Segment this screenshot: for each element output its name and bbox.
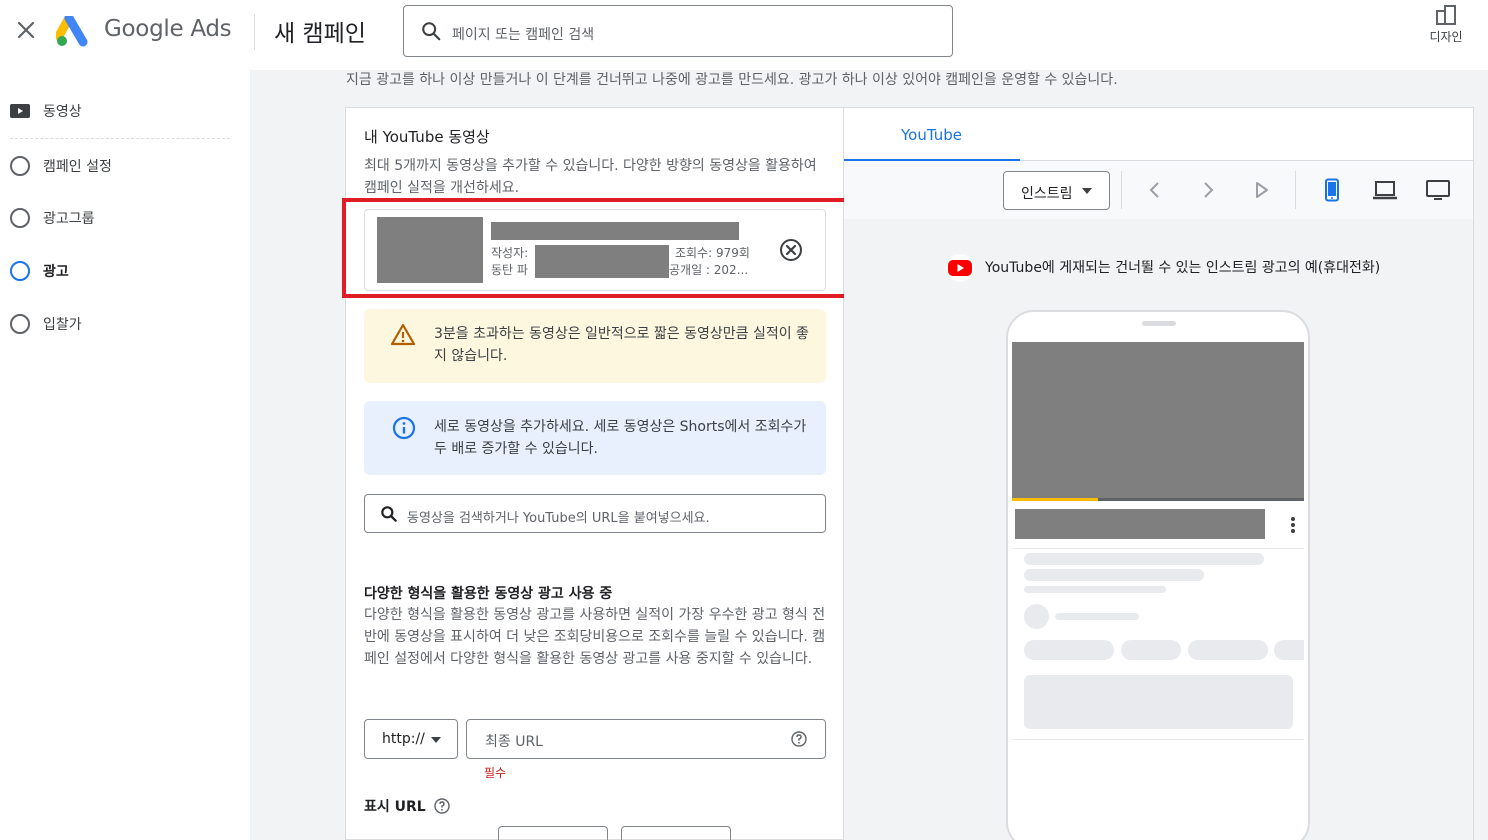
- info-banner: 세로 동영상을 추가하세요. 세로 동영상은 Shorts에서 조회수가 두 배…: [364, 401, 826, 475]
- sidebar-item-ads[interactable]: 광고: [10, 256, 69, 286]
- sidebar: 동영상 캠페인 설정 광고그룹 광고 입찰가: [0, 70, 250, 840]
- skeleton-chip: [1024, 640, 1114, 660]
- help-icon[interactable]: [434, 798, 450, 814]
- preview-divider: [1012, 548, 1304, 549]
- search-icon: [422, 22, 441, 41]
- close-icon[interactable]: [14, 18, 38, 42]
- final-url-placeholder: 최종 URL: [485, 734, 543, 750]
- phone-speaker: [1142, 321, 1176, 326]
- skeleton-line: [1055, 613, 1139, 620]
- search-icon: [381, 506, 397, 522]
- dropdown-arrow-icon: [1082, 188, 1092, 194]
- skeleton-chip: [1188, 640, 1268, 660]
- play-icon[interactable]: [1249, 178, 1273, 202]
- warning-banner: 3분을 초과하는 동영상은 일반적으로 짧은 동영상만큼 실적이 좋지 않습니다…: [364, 309, 826, 383]
- toolbar-divider: [1121, 171, 1122, 209]
- step-circle-icon: [10, 208, 30, 228]
- sidebar-item-label: 광고: [43, 264, 69, 280]
- chevron-left-icon[interactable]: [1143, 178, 1167, 202]
- laptop-icon[interactable]: [1373, 178, 1397, 202]
- my-videos-description: 최대 5개까지 동영상을 추가할 수 있습니다. 다양한 방향의 동영상을 활용…: [364, 158, 817, 196]
- sidebar-item-video[interactable]: 동영상: [10, 96, 82, 126]
- video-icon: [10, 104, 30, 118]
- youtube-icon: [946, 254, 974, 282]
- search-input[interactable]: 페이지 또는 캠페인 검색: [403, 5, 953, 57]
- sidebar-item-label: 광고그룹: [43, 211, 95, 227]
- display-url-path2-input[interactable]: [621, 826, 731, 840]
- desktop-icon[interactable]: [1426, 178, 1450, 202]
- design-button[interactable]: 디자인: [1424, 4, 1468, 54]
- help-icon[interactable]: [791, 731, 807, 747]
- skeleton-line: [1024, 569, 1204, 581]
- intro-text: 지금 광고를 하나 이상 만들거나 이 단계를 건너뛰고 나중에 광고를 만드세…: [346, 72, 1118, 88]
- tab-label: YouTube: [901, 126, 962, 144]
- design-icon: [1436, 5, 1456, 25]
- info-icon: [392, 416, 416, 440]
- skeleton-avatar: [1024, 604, 1049, 629]
- my-videos-title: 내 YouTube 동영상: [364, 128, 490, 146]
- progress-track: [1098, 498, 1304, 501]
- preview-title-redacted: [1015, 509, 1265, 539]
- step-circle-icon: [10, 261, 30, 281]
- ad-format-value: 인스트림: [1021, 186, 1073, 202]
- required-label: 필수: [484, 766, 507, 780]
- dropdown-arrow-icon: [431, 737, 441, 743]
- preview-video-redacted: [1012, 342, 1304, 498]
- preview-divider: [1012, 739, 1304, 740]
- display-url-heading: 표시 URL: [364, 796, 450, 816]
- skeleton-chip: [1121, 640, 1181, 660]
- sidebar-item-label: 동영상: [43, 104, 82, 120]
- highlight-box: [342, 198, 848, 298]
- sidebar-item-label: 캠페인 설정: [43, 159, 112, 175]
- step-circle-icon: [10, 156, 30, 176]
- sidebar-divider: [10, 138, 230, 139]
- skeleton-line: [1024, 586, 1166, 593]
- preview-caption: YouTube에 게재되는 건너뛸 수 있는 인스트림 광고의 예(휴대전화): [985, 260, 1381, 276]
- google-ads-logo: [56, 16, 88, 47]
- header-divider: [254, 14, 255, 50]
- protocol-value: http://: [382, 731, 425, 747]
- toolbar-divider: [1295, 171, 1296, 209]
- final-url-input[interactable]: 최종 URL: [466, 719, 826, 759]
- warning-text: 3분을 초과하는 동영상은 일반적으로 짧은 동영상만큼 실적이 좋지 않습니다…: [434, 326, 809, 364]
- sidebar-item-ad-group[interactable]: 광고그룹: [10, 203, 95, 233]
- multi-format-description: 다양한 형식을 활용한 동영상 광고를 사용하면 실적이 가장 우수한 광고 형…: [364, 607, 826, 667]
- phone-icon[interactable]: [1320, 178, 1344, 202]
- video-search-placeholder: 동영상을 검색하거나 YouTube의 URL을 붙여넣으세요.: [407, 511, 710, 526]
- page-title: 새 캠페인: [274, 21, 366, 47]
- top-bar: Google Ads 새 캠페인 페이지 또는 캠페인 검색 디자인: [0, 0, 1488, 70]
- sidebar-item-label: 입찰가: [43, 317, 82, 333]
- sidebar-item-bidding[interactable]: 입찰가: [10, 309, 82, 339]
- skeleton-line: [1024, 553, 1264, 565]
- chevron-right-icon[interactable]: [1196, 178, 1220, 202]
- multi-format-title: 다양한 형식을 활용한 동영상 광고 사용 중: [364, 586, 613, 602]
- warning-icon: [390, 323, 416, 346]
- ad-progress-bar: [1012, 498, 1098, 501]
- tab-youtube[interactable]: YouTube: [844, 108, 1020, 161]
- skeleton-block: [1024, 675, 1293, 729]
- info-text: 세로 동영상을 추가하세요. 세로 동영상은 Shorts에서 조회수가 두 배…: [434, 419, 807, 457]
- video-search-input[interactable]: 동영상을 검색하거나 YouTube의 URL을 붙여넣으세요.: [364, 494, 826, 533]
- search-placeholder: 페이지 또는 캠페인 검색: [452, 27, 595, 43]
- skeleton-chip: [1274, 640, 1304, 660]
- brand-name: Google Ads: [104, 16, 232, 42]
- ad-format-select[interactable]: 인스트림: [1003, 171, 1110, 210]
- design-label: 디자인: [1429, 30, 1463, 44]
- display-url-label: 표시 URL: [364, 799, 426, 815]
- more-vert-icon: [1291, 517, 1295, 533]
- step-circle-icon: [10, 314, 30, 334]
- protocol-select[interactable]: http://: [364, 719, 458, 759]
- display-url-path1-input[interactable]: [498, 826, 608, 840]
- sidebar-item-campaign-settings[interactable]: 캠페인 설정: [10, 151, 112, 181]
